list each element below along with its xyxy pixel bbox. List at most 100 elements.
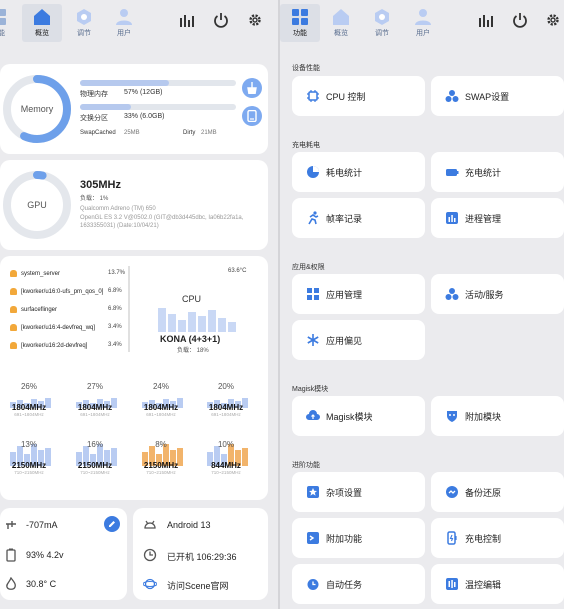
button-label: 附加模块 xyxy=(465,412,502,422)
bar-chart-icon[interactable] xyxy=(478,12,494,28)
website-row[interactable]: 访问Scene官网 xyxy=(143,578,229,592)
charge-stats-button[interactable]: 充电统计 xyxy=(431,152,564,192)
cpu-core: 20% 1804MHz 691~1804MHz xyxy=(201,382,251,417)
flame-icon xyxy=(6,577,16,590)
system-card[interactable]: Android 13 已开机 106:29:36 访问Scene官网 xyxy=(133,508,268,600)
addon-button[interactable]: 附加功能 xyxy=(292,518,425,558)
power-stats-button[interactable]: 耗电统计 xyxy=(292,152,425,192)
gpu-card[interactable]: GPU 305MHz 负载： 1% Qualcomm Adreno (TM) 6… xyxy=(0,160,268,250)
tab-functions[interactable]: 功能 xyxy=(0,4,18,42)
tab-tune[interactable]: 调节 xyxy=(64,4,104,42)
process-row[interactable]: [kworker/u16:0-ufs_pm_qos_0] 6.8% xyxy=(10,288,122,295)
hexagon-icon xyxy=(375,9,389,25)
bars-icon xyxy=(446,578,458,590)
mask-icon xyxy=(447,411,457,422)
website-link[interactable]: 访问Scene官网 xyxy=(167,581,229,591)
process-row[interactable]: system_server 13.7% xyxy=(10,270,125,277)
alarm-icon xyxy=(307,579,319,590)
fps-button[interactable]: 帧率记录 xyxy=(292,198,425,238)
cpu-chip: KONA (4+3+1) xyxy=(160,334,221,344)
tab-label: 功能 xyxy=(293,30,307,37)
user-icon xyxy=(415,9,431,25)
process-icon xyxy=(10,288,17,295)
swap-label: 交换分区 xyxy=(80,115,108,122)
memory-ring-label: Memory xyxy=(20,104,54,114)
process-value: 6.8% xyxy=(108,306,122,312)
process-row[interactable]: [kworker/u16:2d-devfreq] 3.4% xyxy=(10,342,122,349)
addon-module-button[interactable]: 附加模块 xyxy=(431,396,564,436)
cpu-card[interactable]: system_server 13.7% [kworker/u16:0-ufs_pm_… xyxy=(0,256,268,500)
tab-tune[interactable]: 调节 xyxy=(362,4,402,42)
phone-icon xyxy=(247,110,257,122)
button-label: 充电控制 xyxy=(465,534,502,544)
process-row[interactable]: [kworker/u16:4-devfreq_wq] 3.4% xyxy=(10,324,122,331)
snowflake-icon xyxy=(307,334,319,346)
core-load: 13% xyxy=(20,440,37,449)
tab-label: 功能 xyxy=(0,30,5,37)
process-button[interactable]: 进程管理 xyxy=(431,198,564,238)
monitor-button[interactable]: 温控编辑 xyxy=(431,564,564,604)
core-range: 710~2150MHz xyxy=(80,470,110,475)
tab-overview[interactable]: 概览 xyxy=(22,4,62,42)
process-value: 6.8% xyxy=(108,288,122,294)
core-load: 26% xyxy=(20,382,37,391)
plug-icon xyxy=(6,521,16,529)
memory-card[interactable]: Memory 物理内存 57% (12GB) 交换分区 33% (6.0GB) … xyxy=(0,64,268,154)
core-range: 710~2150MHz xyxy=(146,470,176,475)
home-icon xyxy=(34,9,50,25)
button-label: 应用管理 xyxy=(326,290,363,300)
button-label: CPU 控制 xyxy=(326,92,366,102)
app-pref-button[interactable]: 应用偏见 xyxy=(292,320,425,360)
process-row[interactable]: surfaceflinger 6.8% xyxy=(10,306,122,313)
tab-overview[interactable]: 概览 xyxy=(321,4,361,42)
power-icon[interactable] xyxy=(512,12,528,28)
core-range: 691~1804MHz xyxy=(80,412,110,417)
gear-icon[interactable] xyxy=(247,12,263,28)
clean-memory-button[interactable] xyxy=(242,78,262,98)
tab-user[interactable]: 用户 xyxy=(403,4,443,42)
button-label: 应用偏见 xyxy=(326,336,363,346)
auto-task-button[interactable]: 自动任务 xyxy=(292,564,425,604)
swap-button[interactable]: SWAP设置 xyxy=(431,76,564,116)
process-icon xyxy=(10,342,17,349)
backup-icon xyxy=(446,486,458,498)
backup-button[interactable]: 备份还原 xyxy=(431,472,564,512)
power-icon[interactable] xyxy=(213,12,229,28)
memory-detail-button[interactable] xyxy=(242,106,262,126)
battery-icon xyxy=(6,548,16,562)
misc-button[interactable]: 杂项设置 xyxy=(292,472,425,512)
apps-grid-icon xyxy=(307,288,319,300)
process-value: 3.4% xyxy=(108,324,122,330)
button-label: 附加功能 xyxy=(326,534,363,544)
section-power: 充电耗电 xyxy=(292,142,320,149)
button-label: SWAP设置 xyxy=(465,92,510,102)
edit-button[interactable] xyxy=(104,516,120,532)
activity-button[interactable]: 活动/服务 xyxy=(431,274,564,314)
process-icon xyxy=(10,324,17,331)
phone-charge-icon xyxy=(447,531,457,545)
section-apps: 应用&权限 xyxy=(292,264,325,271)
magisk-module-button[interactable]: Magisk模块 xyxy=(292,396,425,436)
cpu-control-button[interactable]: CPU 控制 xyxy=(292,76,425,116)
overview-panel: 功能 概览 调节 用户 Memory 物理内存 57% (12GB) 交换分区 xyxy=(0,0,278,609)
charge-control-button[interactable]: 充电控制 xyxy=(431,518,564,558)
cpu-core: 16% 2150MHz 710~2150MHz xyxy=(70,440,120,475)
ram-value: 57% (12GB) xyxy=(124,89,163,96)
swapcached-value: 25MB xyxy=(124,130,140,136)
battery-card[interactable]: -707mA 93% 4.2v 30.8° C xyxy=(0,508,127,600)
bar-chart-icon[interactable] xyxy=(179,12,195,28)
section-advanced: 进阶功能 xyxy=(292,462,320,469)
tab-label: 概览 xyxy=(334,30,348,37)
core-load: 24% xyxy=(152,382,169,391)
tab-user[interactable]: 用户 xyxy=(104,4,144,42)
app-manage-button[interactable]: 应用管理 xyxy=(292,274,425,314)
cpu-core: 26% 1804MHz 691~1804MHz xyxy=(4,382,54,417)
scrollbar[interactable] xyxy=(128,266,130,352)
cpu-core: 27% 1804MHz 691~1804MHz xyxy=(70,382,120,417)
gear-icon[interactable] xyxy=(545,12,561,28)
section-magisk: Magisk模块 xyxy=(292,386,329,393)
android-icon xyxy=(144,520,156,529)
tab-functions[interactable]: 功能 xyxy=(280,4,320,42)
tab-label: 用户 xyxy=(416,30,430,37)
current-row: -707mA xyxy=(4,520,58,530)
